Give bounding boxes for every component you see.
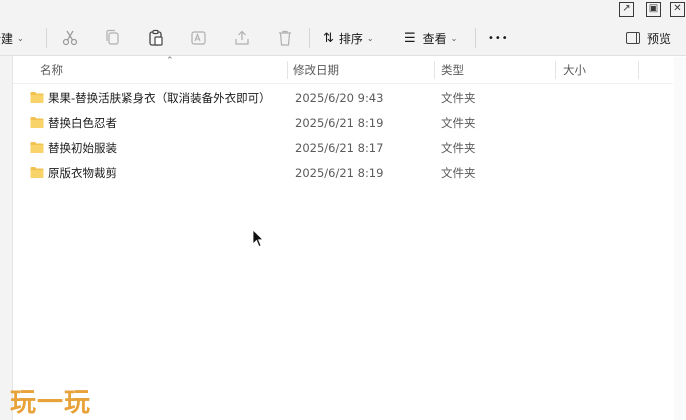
new-button-label: 新建	[0, 31, 14, 46]
preview-button[interactable]: 预览	[626, 20, 671, 56]
chevron-down-icon: ⌄	[366, 33, 374, 43]
file-row[interactable]: 替换白色忍者 2025/6/21 8:19 文件夹	[13, 111, 673, 135]
file-type: 文件夹	[441, 166, 476, 180]
mouse-cursor-icon	[252, 229, 264, 248]
view-button-label: 查看	[422, 31, 447, 46]
navigation-pane[interactable]	[0, 56, 13, 420]
file-name: 原版衣物裁剪	[48, 166, 117, 180]
folder-icon	[30, 142, 44, 153]
more-options-icon: •••	[488, 32, 509, 44]
column-type[interactable]: 类型	[441, 57, 464, 83]
file-row[interactable]: 果果-替换活肤紧身衣（取消装备外衣即可） 2025/6/20 9:43 文件夹	[13, 86, 673, 110]
file-type: 文件夹	[441, 116, 476, 130]
toolbar-divider	[475, 28, 476, 48]
new-button[interactable]: 新建 ⌄	[0, 20, 24, 56]
folder-icon	[30, 92, 44, 103]
more-options-button[interactable]: •••	[488, 20, 509, 56]
column-size[interactable]: 大小	[563, 57, 586, 83]
column-name[interactable]: 名称	[40, 57, 63, 83]
sort-icon: ⇅	[323, 30, 334, 46]
file-type: 文件夹	[441, 91, 476, 105]
chevron-down-icon: ⌄	[450, 33, 458, 43]
preview-button-label: 预览	[647, 31, 672, 46]
folder-icon	[30, 117, 44, 128]
column-header: ⌃ 名称 修改日期 类型 大小	[13, 56, 673, 84]
file-date: 2025/6/20 9:43	[295, 91, 384, 105]
file-name: 替换白色忍者	[48, 116, 117, 130]
toolbar-divider	[309, 28, 310, 48]
title-bar: ↗ ▣ ✕	[0, 0, 686, 20]
toolbar-divider	[46, 28, 47, 48]
column-divider[interactable]	[638, 61, 639, 79]
preview-pane-icon	[626, 32, 640, 44]
delete-icon[interactable]	[276, 29, 294, 47]
file-row[interactable]: 原版衣物裁剪 2025/6/21 8:19 文件夹	[13, 161, 673, 185]
sort-button-label: 排序	[338, 31, 363, 46]
cut-icon[interactable]	[61, 29, 79, 47]
column-divider[interactable]	[287, 61, 288, 79]
sort-button[interactable]: ⇅ 排序 ⌄	[323, 20, 374, 56]
vertical-scrollbar[interactable]	[674, 57, 686, 420]
watermark-logo: 玩一玩	[10, 388, 92, 418]
view-icon: ☰	[404, 30, 416, 46]
file-type: 文件夹	[441, 141, 476, 155]
sort-indicator-icon: ⌃	[166, 56, 174, 66]
chevron-down-icon: ⌄	[17, 33, 24, 43]
file-name: 替换初始服装	[48, 141, 117, 155]
file-date: 2025/6/21 8:17	[295, 141, 384, 155]
column-divider[interactable]	[555, 61, 556, 79]
restore-icon[interactable]: ▣	[646, 2, 661, 17]
file-date: 2025/6/21 8:19	[295, 166, 384, 180]
view-button[interactable]: ☰ 查看 ⌄	[404, 20, 457, 56]
close-icon[interactable]: ✕	[670, 2, 685, 17]
rename-icon[interactable]	[190, 29, 208, 47]
column-date[interactable]: 修改日期	[293, 57, 339, 83]
file-name: 果果-替换活肤紧身衣（取消装备外衣即可）	[48, 91, 271, 105]
copy-icon[interactable]	[104, 29, 122, 47]
file-date: 2025/6/21 8:19	[295, 116, 384, 130]
folder-icon	[30, 167, 44, 178]
popout-icon[interactable]: ↗	[619, 2, 634, 17]
column-divider[interactable]	[434, 61, 435, 79]
file-row[interactable]: 替换初始服装 2025/6/21 8:17 文件夹	[13, 136, 673, 160]
command-bar: 新建 ⌄ ⇅ 排序 ⌄ ☰ 查看 ⌄ •••	[0, 20, 686, 56]
paste-icon[interactable]	[147, 29, 165, 47]
share-icon[interactable]	[233, 29, 251, 47]
